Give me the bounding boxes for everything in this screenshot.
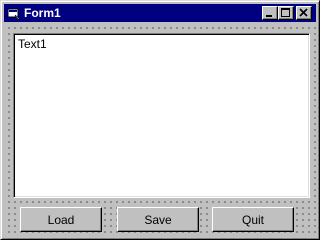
- close-button[interactable]: [296, 6, 312, 20]
- form-window: Form1 Text1 Load Save Quit: [0, 0, 320, 240]
- text1-textbox[interactable]: Text1: [13, 33, 310, 198]
- minimize-icon: [266, 15, 272, 17]
- maximize-icon: [281, 8, 290, 17]
- quit-button-label: Quit: [241, 212, 264, 227]
- load-button[interactable]: Load: [20, 207, 102, 232]
- minimize-button[interactable]: [262, 6, 278, 20]
- window-title: Form1: [24, 6, 61, 20]
- quit-button[interactable]: Quit: [212, 207, 294, 232]
- form-client-area: Text1 Load Save Quit: [4, 23, 316, 237]
- close-icon: [299, 8, 308, 17]
- save-button[interactable]: Save: [117, 207, 199, 232]
- save-button-label: Save: [144, 212, 172, 227]
- maximize-button[interactable]: [278, 6, 294, 20]
- form-icon[interactable]: [7, 6, 21, 20]
- title-bar[interactable]: Form1: [4, 4, 316, 22]
- load-button-label: Load: [47, 212, 75, 227]
- textbox-value: Text1: [18, 37, 47, 51]
